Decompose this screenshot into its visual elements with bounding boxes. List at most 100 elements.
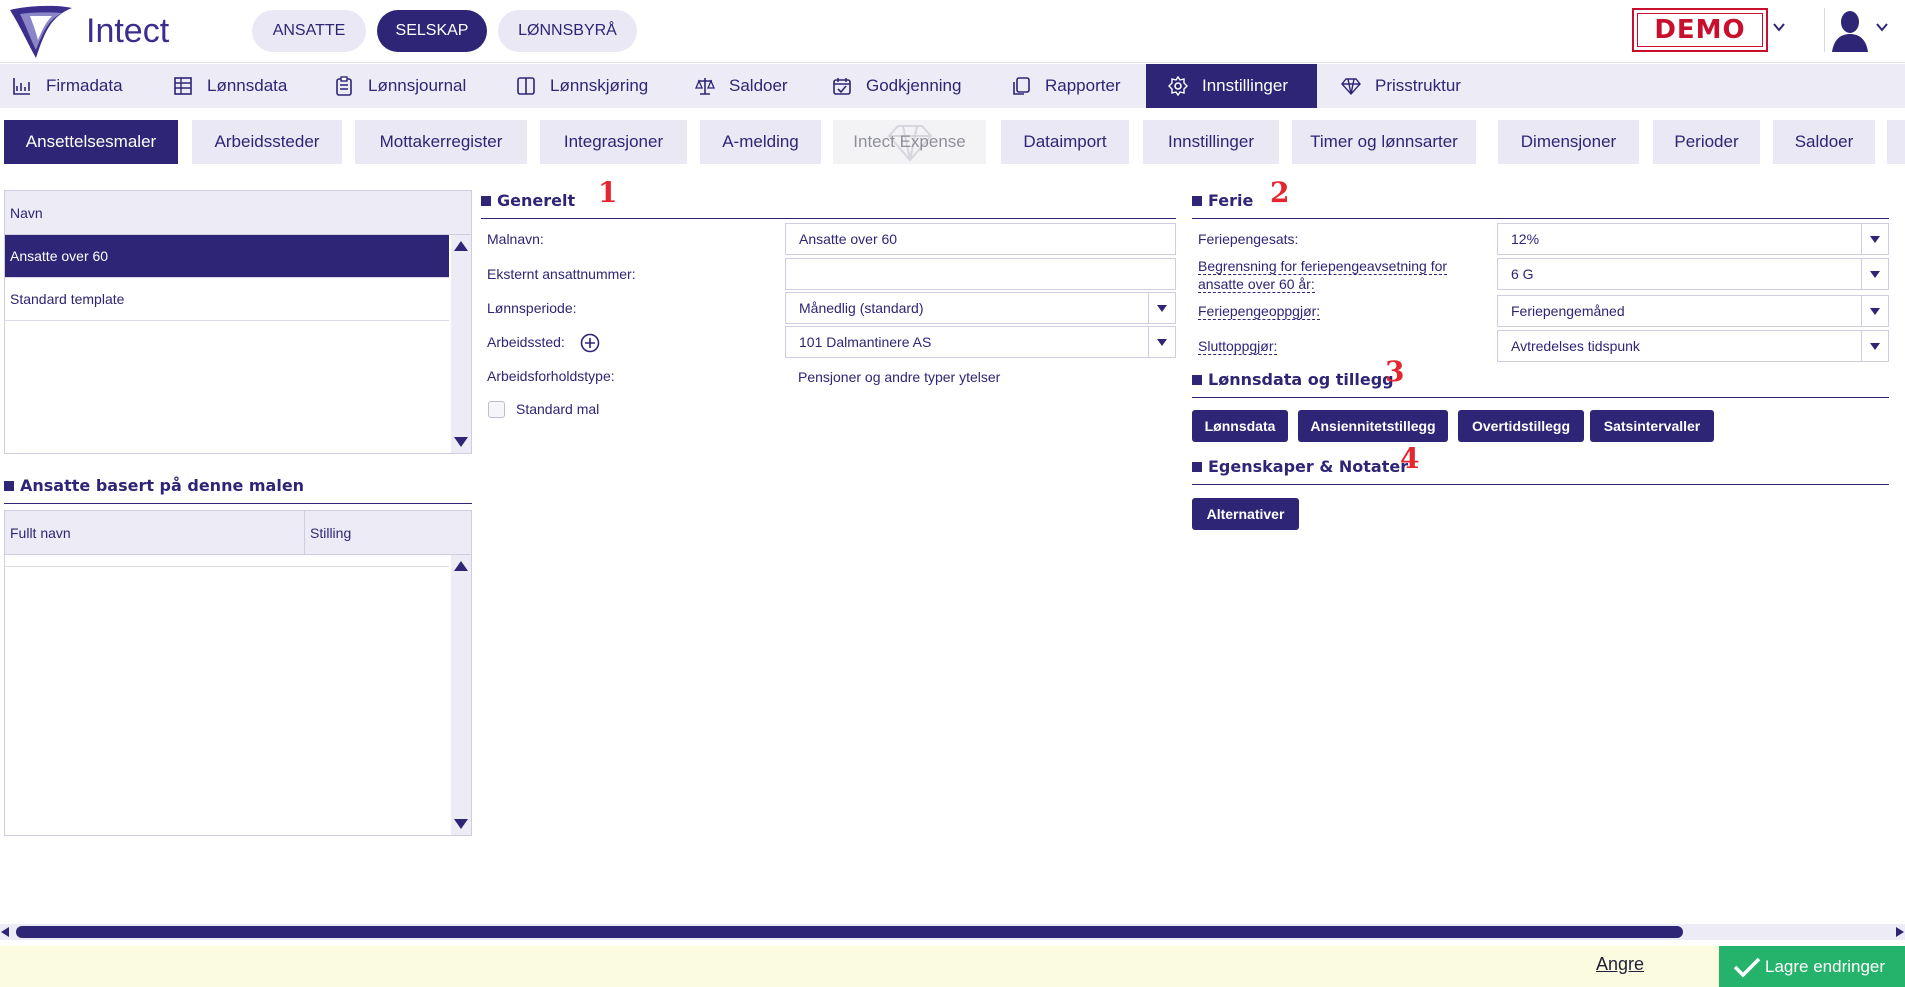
column-header-stilling[interactable]: Stilling <box>305 511 471 555</box>
book-icon <box>517 77 535 95</box>
horizontal-scrollbar[interactable] <box>0 924 1905 940</box>
scroll-up-icon[interactable] <box>454 241 468 251</box>
tab-dimensjoner[interactable]: Dimensjoner <box>1498 120 1639 164</box>
tab-label: Mottakerregister <box>379 132 503 151</box>
scale-icon <box>695 78 715 95</box>
tab-label: Dimensjoner <box>1520 132 1617 151</box>
dropdown-arrow[interactable] <box>1861 224 1888 254</box>
nav-label: Saldoer <box>729 76 788 95</box>
scroll-left-icon[interactable] <box>1 927 9 937</box>
sluttoppgjor-select[interactable]: Avtredelses tidspunk <box>1497 330 1889 362</box>
tab-dataimport[interactable]: Dataimport <box>1001 120 1129 164</box>
tab-overflow[interactable] <box>1887 120 1905 164</box>
chevron-down-icon[interactable] <box>1875 20 1889 34</box>
pill-label: SELSKAP <box>395 22 469 39</box>
tab-mottakerregister[interactable]: Mottakerregister <box>355 120 527 164</box>
chevron-down-icon[interactable] <box>1772 20 1786 34</box>
demo-badge[interactable]: DEMO <box>1632 8 1768 52</box>
arbeidssted-select[interactable]: 101 Dalmantinere AS <box>785 326 1176 358</box>
feriepengeoppgjor-select[interactable]: Feriepengemåned <box>1497 295 1889 327</box>
tab-perioder[interactable]: Perioder <box>1653 120 1760 164</box>
ekstern-ansattnummer-label: Eksternt ansattnummer: <box>487 266 636 282</box>
nav-label: Godkjenning <box>866 76 962 95</box>
alternativer-button[interactable]: Alternativer <box>1192 498 1299 530</box>
scroll-down-icon[interactable] <box>454 819 468 829</box>
ansiennitetstillegg-button[interactable]: Ansiennitetstillegg <box>1298 410 1448 442</box>
nav-lonnskjoring[interactable]: Lønnskjøring <box>516 64 666 108</box>
list-header: Navn <box>5 191 471 235</box>
tab-a-melding[interactable]: A-melding <box>700 120 821 164</box>
feriepengeoppgjor-label: Feriepengeoppgjør: <box>1198 303 1321 320</box>
tab-label: Arbeidssteder <box>214 132 320 151</box>
section-number: 4 <box>1400 442 1420 475</box>
dropdown-arrow[interactable] <box>1861 259 1888 289</box>
tab-arbeidssteder[interactable]: Arbeidssteder <box>192 120 342 164</box>
malnavn-input[interactable]: Ansatte over 60 <box>785 223 1176 255</box>
nav-firmadata[interactable]: Firmadata <box>12 64 152 108</box>
malnavn-label: Malnavn: <box>487 231 544 247</box>
caret-down-icon <box>1157 338 1167 346</box>
select-value: 12% <box>1511 231 1540 247</box>
list-item[interactable]: Ansatte over 60 <box>5 235 449 278</box>
undo-link[interactable]: Angre <box>1596 954 1644 975</box>
template-list: Navn Ansatte over 60 Standard template <box>4 190 472 454</box>
add-circle-icon[interactable] <box>580 333 600 353</box>
nav-prisstruktur[interactable]: Prisstruktur <box>1341 64 1491 108</box>
overtidstillegg-button[interactable]: Overtidstillegg <box>1458 410 1584 442</box>
tab-label: Intect Expense <box>853 132 966 151</box>
tab-label: Dataimport <box>1023 132 1107 151</box>
logo-text: Intect <box>86 12 170 50</box>
scroll-up-icon[interactable] <box>454 561 468 571</box>
lonnsdata-section-title: Lønnsdata og tillegg <box>1192 370 1394 389</box>
lonnsperiode-select[interactable]: Månedlig (standard) <box>785 292 1176 324</box>
pill-lonnsbyra[interactable]: LØNNSBYRÅ <box>498 10 637 52</box>
divider <box>1824 8 1825 52</box>
scrollbar-thumb[interactable] <box>16 926 1683 938</box>
pill-ansatte[interactable]: ANSATTE <box>252 10 366 52</box>
dropdown-arrow[interactable] <box>1861 296 1888 326</box>
feriepengesats-select[interactable]: 12% <box>1497 223 1889 255</box>
dropdown-arrow[interactable] <box>1148 293 1175 323</box>
ferie-section-title: Ferie <box>1192 191 1253 210</box>
column-header-fullt-navn[interactable]: Fullt navn <box>5 511 305 555</box>
table-scrollbar[interactable] <box>451 555 471 835</box>
intect-logo[interactable]: Intect <box>6 4 206 60</box>
nav-lonnsjournal[interactable]: Lønnsjournal <box>334 64 484 108</box>
satsintervaller-button[interactable]: Satsintervaller <box>1590 410 1714 442</box>
tab-saldoer[interactable]: Saldoer <box>1773 120 1875 164</box>
pill-label: ANSATTE <box>272 22 346 39</box>
tab-label: Ansettelsesmaler <box>25 132 157 151</box>
scroll-right-icon[interactable] <box>1896 927 1904 937</box>
standard-mal-checkbox[interactable] <box>488 401 505 418</box>
tab-label: Timer og lønnsarter <box>1310 132 1458 151</box>
pill-selskap[interactable]: SELSKAP <box>377 10 487 52</box>
tab-label: Innstillinger <box>1168 132 1254 151</box>
user-avatar-icon[interactable] <box>1828 8 1872 54</box>
dropdown-arrow[interactable] <box>1861 331 1888 361</box>
section-number: 1 <box>598 176 618 209</box>
dropdown-arrow[interactable] <box>1148 327 1175 357</box>
nav-saldoer[interactable]: Saldoer <box>695 64 805 108</box>
nav-godkjenning[interactable]: Godkjenning <box>832 64 982 108</box>
lonnsdata-button[interactable]: Lønnsdata <box>1192 410 1288 442</box>
begrensning-select[interactable]: 6 G <box>1497 258 1889 290</box>
tab-timer-og-lonnsarter[interactable]: Timer og lønnsarter <box>1292 120 1476 164</box>
checkmark-icon <box>1733 957 1761 977</box>
list-item[interactable]: Standard template <box>5 278 449 321</box>
section-number: 2 <box>1270 176 1290 209</box>
tab-integrasjoner[interactable]: Integrasjoner <box>540 120 687 164</box>
tab-innstillinger[interactable]: Innstillinger <box>1143 120 1279 164</box>
ekstern-ansattnummer-input[interactable] <box>785 258 1176 290</box>
employees-table: Fullt navn Stilling <box>4 510 472 836</box>
chart-icon <box>13 78 30 95</box>
standard-mal-label: Standard mal <box>516 401 600 417</box>
save-button[interactable]: Lagre endringer <box>1719 946 1905 987</box>
tab-ansettelsesmaler[interactable]: Ansettelsesmaler <box>4 120 178 164</box>
select-value: Avtredelses tidspunk <box>1511 338 1640 354</box>
list-scrollbar[interactable] <box>451 235 471 453</box>
nav-lonnsdata[interactable]: Lønnsdata <box>173 64 303 108</box>
nav-innstillinger[interactable]: Innstillinger <box>1146 64 1317 108</box>
nav-rapporter[interactable]: Rapporter <box>1011 64 1141 108</box>
caret-down-icon <box>1157 304 1167 312</box>
scroll-down-icon[interactable] <box>454 437 468 447</box>
